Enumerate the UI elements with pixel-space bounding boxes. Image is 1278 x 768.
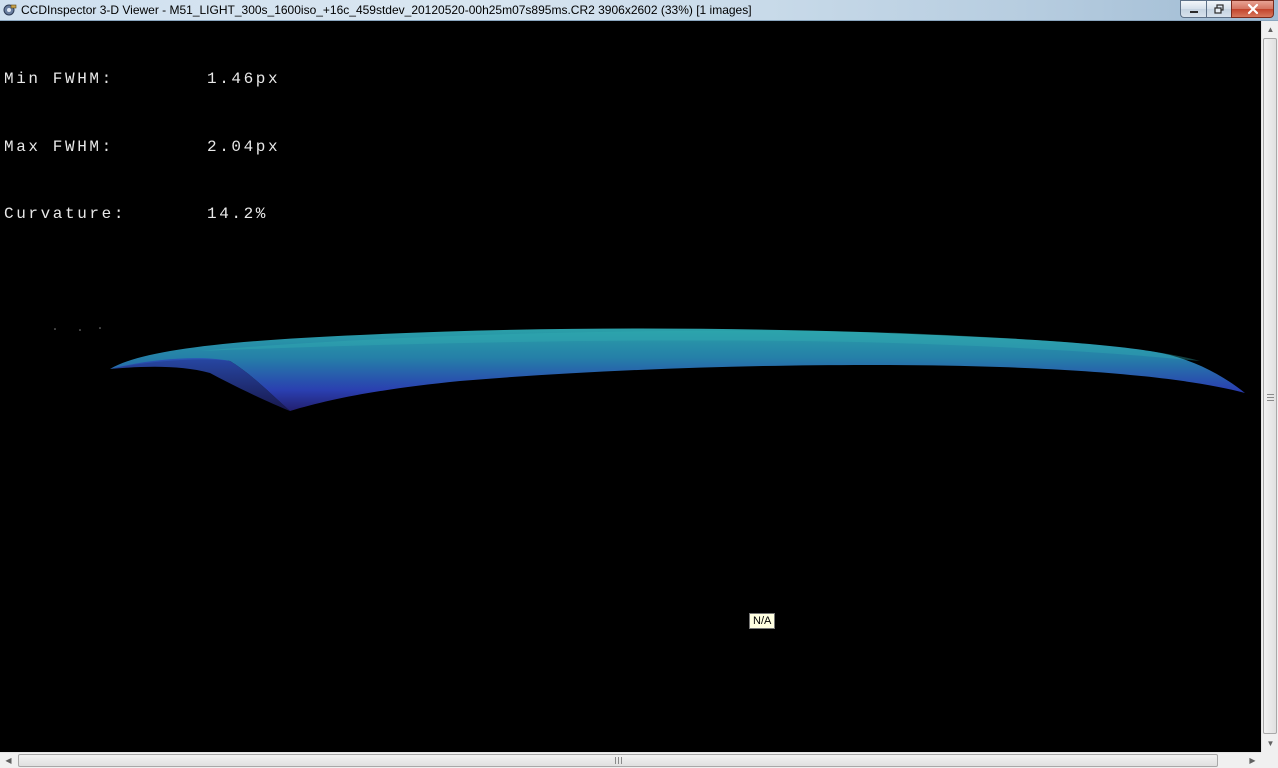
horizontal-scrollbar[interactable]: ◀ ▶ xyxy=(0,752,1261,768)
caption-buttons xyxy=(1180,0,1274,19)
scroll-left-button[interactable]: ◀ xyxy=(0,752,17,768)
minimize-icon xyxy=(1189,11,1198,13)
speck xyxy=(79,329,81,331)
min-fwhm-row: Min FWHM: 1.46px xyxy=(4,68,280,91)
min-fwhm-value: 1.46px xyxy=(207,70,281,88)
title-bar[interactable]: CCDInspector 3-D Viewer - M51_LIGHT_300s… xyxy=(0,0,1278,21)
speck xyxy=(54,328,56,330)
grip-icon xyxy=(1267,394,1274,401)
viewer-window: CCDInspector 3-D Viewer - M51_LIGHT_300s… xyxy=(0,0,1278,768)
fwhm-stats: Min FWHM: 1.46px Max FWHM: 2.04px Curvatur… xyxy=(4,23,280,271)
grip-icon xyxy=(615,757,622,764)
max-fwhm-value: 2.04px xyxy=(207,137,281,156)
3d-viewport[interactable]: Min FWHM: 1.46px Max FWHM: 2.04px Curvatur… xyxy=(0,21,1261,752)
scroll-up-button[interactable]: ▲ xyxy=(1262,21,1278,38)
close-button[interactable] xyxy=(1231,0,1274,18)
curvature-label: Curvature: xyxy=(4,205,127,223)
scroll-right-button[interactable]: ▶ xyxy=(1244,752,1261,768)
vertical-scroll-thumb[interactable] xyxy=(1263,38,1277,734)
curvature-value: 14.2% xyxy=(207,205,269,223)
close-icon xyxy=(1247,3,1258,15)
left-arrow-icon: ◀ xyxy=(5,755,12,765)
max-fwhm-row: Max FWHM: 2.04px xyxy=(4,136,280,159)
maximize-button[interactable] xyxy=(1206,0,1231,18)
size-grip[interactable] xyxy=(1261,752,1278,768)
horizontal-scroll-thumb[interactable] xyxy=(18,754,1218,767)
speck xyxy=(99,327,101,329)
window-title: CCDInspector 3-D Viewer - M51_LIGHT_300s… xyxy=(21,3,752,17)
ccdinspector-app-icon[interactable] xyxy=(3,3,17,17)
vertical-scrollbar[interactable]: ▲ ▼ xyxy=(1261,21,1278,752)
down-arrow-icon: ▼ xyxy=(1266,739,1275,748)
surface-mesh xyxy=(110,328,1245,411)
up-arrow-icon: ▲ xyxy=(1266,25,1275,34)
scroll-down-button[interactable]: ▼ xyxy=(1262,735,1278,752)
right-arrow-icon: ▶ xyxy=(1249,755,1256,765)
value-tooltip: N/A xyxy=(749,613,776,629)
curvature-row: Curvature: 14.2% xyxy=(4,203,280,226)
min-fwhm-label: Min FWHM: xyxy=(4,70,114,88)
max-fwhm-label: Max FWHM: xyxy=(4,137,114,156)
restore-icon xyxy=(1214,4,1224,14)
minimize-button[interactable] xyxy=(1180,0,1206,18)
